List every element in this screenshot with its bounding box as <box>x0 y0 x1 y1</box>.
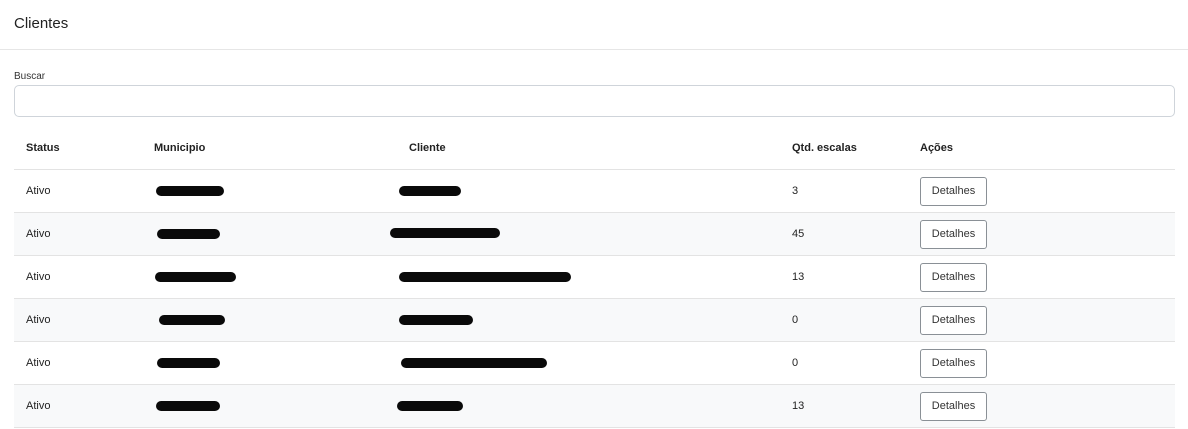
redacted-cliente <box>399 186 461 197</box>
header-status: Status <box>14 127 154 170</box>
qtd-escalas-cell: 0 <box>792 341 920 385</box>
cliente-cell <box>397 384 792 428</box>
acoes-cell: Detalhes <box>920 341 1175 385</box>
municipio-cell <box>154 384 409 428</box>
table-row: Ativo 13 Detalhes <box>14 384 1175 428</box>
header-cliente: Cliente <box>409 127 792 170</box>
status-cell: Ativo <box>14 212 154 256</box>
redacted-municipio <box>155 272 236 283</box>
acoes-cell: Detalhes <box>920 169 1175 213</box>
redacted-municipio <box>156 401 220 412</box>
header-qtd-escalas: Qtd. escalas <box>792 127 920 170</box>
municipio-cell <box>154 298 409 342</box>
municipio-cell <box>154 169 409 213</box>
municipio-cell <box>154 341 409 385</box>
detalhes-button[interactable]: Detalhes <box>920 219 987 249</box>
municipio-cell <box>154 255 409 299</box>
table-row: Ativo 0 Detalhes <box>14 341 1175 385</box>
status-cell: Ativo <box>14 255 154 299</box>
table-row: Ativo 13 Detalhes <box>14 255 1175 299</box>
status-cell: Ativo <box>14 298 154 342</box>
cliente-cell <box>399 298 792 342</box>
header-acoes: Ações <box>920 127 1175 170</box>
search-block: Buscar <box>14 70 1175 117</box>
qtd-escalas-cell: 3 <box>792 169 920 213</box>
qtd-escalas-cell: 13 <box>792 255 920 299</box>
redacted-cliente <box>401 358 547 369</box>
qtd-escalas-cell: 0 <box>792 298 920 342</box>
header-municipio: Municipio <box>154 127 409 170</box>
status-cell: Ativo <box>14 169 154 213</box>
acoes-cell: Detalhes <box>920 384 1175 428</box>
acoes-cell: Detalhes <box>920 212 1175 256</box>
table-header-row: Status Municipio Cliente Qtd. escalas Aç… <box>14 127 1175 170</box>
redacted-municipio <box>156 186 224 197</box>
redacted-cliente <box>397 401 463 412</box>
detalhes-button[interactable]: Detalhes <box>920 176 987 206</box>
detalhes-button[interactable]: Detalhes <box>920 391 987 421</box>
redacted-municipio <box>157 358 220 369</box>
page-header: Clientes <box>0 0 1188 50</box>
detalhes-button[interactable]: Detalhes <box>920 262 987 292</box>
search-input[interactable] <box>14 85 1175 117</box>
qtd-escalas-cell: 13 <box>792 384 920 428</box>
acoes-cell: Detalhes <box>920 298 1175 342</box>
redacted-municipio <box>159 315 225 326</box>
clients-table: Status Municipio Cliente Qtd. escalas Aç… <box>14 127 1175 428</box>
redacted-municipio <box>157 229 220 240</box>
redacted-cliente <box>399 315 473 326</box>
cliente-cell <box>401 341 792 385</box>
detalhes-button[interactable]: Detalhes <box>920 305 987 335</box>
detalhes-button[interactable]: Detalhes <box>920 348 987 378</box>
page-title: Clientes <box>14 15 69 32</box>
redacted-cliente <box>390 227 500 238</box>
cliente-cell <box>399 255 792 299</box>
search-label: Buscar <box>14 71 46 82</box>
table-row: Ativo 0 Detalhes <box>14 298 1175 342</box>
acoes-cell: Detalhes <box>920 255 1175 299</box>
cliente-cell <box>399 169 792 213</box>
status-cell: Ativo <box>14 341 154 385</box>
cliente-cell <box>390 212 792 256</box>
table-row: Ativo 3 Detalhes <box>14 169 1175 213</box>
status-cell: Ativo <box>14 384 154 428</box>
redacted-cliente <box>399 272 571 283</box>
municipio-cell <box>154 212 409 256</box>
table-row: Ativo 45 Detalhes <box>14 212 1175 256</box>
qtd-escalas-cell: 45 <box>792 212 920 256</box>
